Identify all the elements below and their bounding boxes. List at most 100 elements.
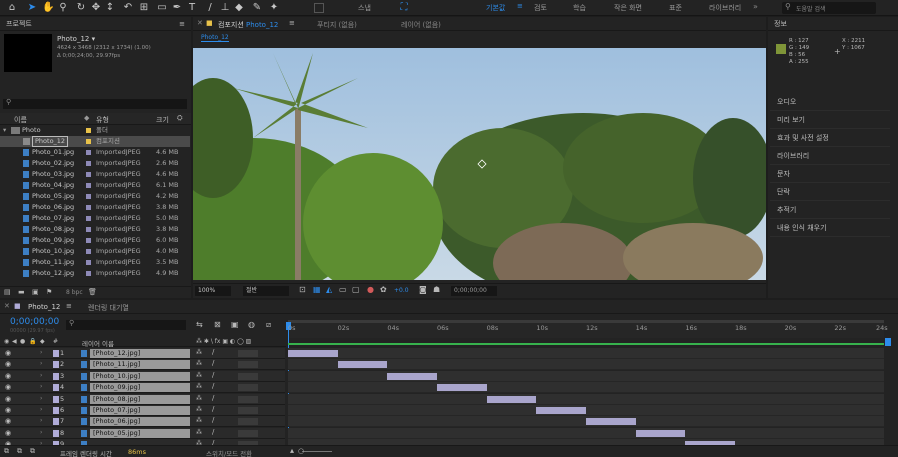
expand-arrow-icon[interactable]: ›	[40, 429, 42, 436]
flowchart-icon[interactable]: ⛭	[177, 114, 183, 123]
project-panel-title[interactable]: 프로젝트	[6, 20, 32, 28]
toggle-transfer-icon[interactable]: ⧉	[17, 447, 22, 456]
snap-checkbox[interactable]	[314, 3, 324, 13]
shy-switch-icon[interactable]: ⁂	[196, 395, 202, 402]
clone-stamp-tool-icon[interactable]: ⊥	[219, 2, 231, 14]
layer-row[interactable]: ◉ › 8 [Photo_05.jpg] ⁂ /	[0, 428, 285, 439]
list-item[interactable]: Photo_02.jpg ImportedJPEG 2.6 MB	[0, 158, 190, 169]
project-search-field[interactable]: ⚲	[3, 98, 187, 109]
type-tool-icon[interactable]: T	[186, 2, 198, 14]
list-item[interactable]: Photo_12 컴포지션	[0, 136, 190, 147]
new-composition-icon[interactable]: ▣	[32, 288, 39, 296]
tab-timeline-comp[interactable]: Photo_12	[28, 303, 60, 311]
expand-icon[interactable]: ▾	[3, 125, 6, 136]
expand-arrow-icon[interactable]: ›	[40, 372, 42, 379]
layer-name[interactable]: [Photo_08.jpg]	[90, 395, 190, 404]
zoom-dropdown[interactable]: 100%	[195, 286, 231, 296]
zoom-out-icon[interactable]: ▴	[290, 446, 294, 455]
toggle-expand-icon[interactable]: ⧉	[4, 447, 9, 456]
column-type[interactable]: 유형	[96, 115, 109, 125]
region-of-interest-icon[interactable]: ⊡	[299, 285, 306, 294]
new-folder-icon[interactable]: ▬	[18, 288, 25, 296]
label-color[interactable]	[53, 384, 59, 391]
layer-switch-boxes[interactable]	[238, 407, 258, 414]
workspace-libraries[interactable]: 라이브러리	[709, 3, 741, 13]
expand-arrow-icon[interactable]: ›	[40, 360, 42, 367]
list-item[interactable]: Photo_06.jpg ImportedJPEG 3.8 MB	[0, 202, 190, 213]
visibility-eye-icon[interactable]: ◉	[5, 406, 11, 414]
visibility-eye-icon[interactable]: ◉	[5, 360, 11, 368]
column-layer-name[interactable]: 레이어 이름	[82, 338, 114, 348]
adjust-icon[interactable]: ⚑	[46, 288, 52, 296]
layer-switch-boxes[interactable]	[238, 396, 258, 403]
breadcrumb[interactable]: Photo_12	[201, 34, 229, 42]
current-time[interactable]: 0;00;00;00	[10, 317, 59, 327]
quality-switch-icon[interactable]: /	[212, 405, 214, 413]
layer-switch-boxes[interactable]	[238, 430, 258, 437]
layer-name[interactable]: [Photo_06.jpg]	[90, 417, 190, 426]
shy-layers-icon[interactable]: ▣	[231, 320, 239, 329]
workspace-review[interactable]: 검토	[534, 3, 547, 13]
quality-switch-icon[interactable]: /	[212, 428, 214, 436]
expand-arrow-icon[interactable]: ›	[40, 395, 42, 402]
quality-switch-icon[interactable]: /	[212, 371, 214, 379]
list-item[interactable]: Photo_05.jpg ImportedJPEG 4.2 MB	[0, 191, 190, 202]
layer-switch-boxes[interactable]	[238, 384, 258, 391]
grid-icon[interactable]: ▭	[339, 285, 347, 294]
layer-search-field[interactable]: ⚲	[66, 319, 186, 330]
selection-tool-icon[interactable]: ➤	[26, 2, 38, 14]
layer-switch-boxes[interactable]	[238, 418, 258, 425]
brush-tool-icon[interactable]: /	[204, 2, 216, 14]
layer-duration-bar[interactable]	[586, 418, 636, 425]
layer-row[interactable]: ◉ › 3 [Photo_10.jpg] ⁂ /	[0, 371, 285, 382]
layer-duration-bar[interactable]	[387, 373, 437, 380]
help-search-input[interactable]: 도움말 검색	[796, 4, 826, 13]
video-toggle-icon[interactable]: ◉	[4, 338, 9, 345]
layer-name[interactable]: [Photo_12.jpg]	[90, 349, 190, 358]
guides-icon[interactable]: ▢	[352, 285, 360, 294]
hand-tool-icon[interactable]: ✋	[42, 2, 54, 14]
panel-paragraph[interactable]: 단락	[770, 184, 890, 201]
label-color[interactable]	[53, 430, 59, 437]
workspace-learn[interactable]: 학습	[573, 3, 586, 13]
layer-row[interactable]: ◉ › 4 [Photo_09.jpg] ⁂ /	[0, 382, 285, 393]
zoom-slider[interactable]	[302, 451, 332, 452]
layer-switch-boxes[interactable]	[238, 361, 258, 368]
panel-libraries[interactable]: 라이브러리	[770, 148, 890, 165]
quality-switch-icon[interactable]: /	[212, 382, 214, 390]
layer-row[interactable]: ◉ › 6 [Photo_07.jpg] ⁂ /	[0, 405, 285, 416]
layer-name[interactable]: [Photo_09.jpg]	[90, 383, 190, 392]
label-color[interactable]	[53, 373, 59, 380]
panel-menu-icon[interactable]: ≡	[179, 17, 185, 31]
panel-menu-icon[interactable]: ≡	[289, 19, 295, 27]
roto-brush-tool-icon[interactable]: ✎	[251, 2, 263, 14]
expand-arrow-icon[interactable]: ›	[40, 406, 42, 413]
layer-duration-bar[interactable]	[337, 361, 388, 368]
panel-menu-icon[interactable]: ≡	[66, 302, 72, 310]
close-icon[interactable]: ✕	[4, 302, 10, 310]
dolly-tool-icon[interactable]: ↕	[104, 2, 116, 14]
quality-switch-icon[interactable]: /	[212, 394, 214, 402]
shy-switch-icon[interactable]: ⁂	[196, 417, 202, 424]
visibility-eye-icon[interactable]: ◉	[5, 395, 11, 403]
work-area-end[interactable]	[885, 338, 891, 346]
layer-duration-bar[interactable]	[437, 384, 487, 391]
label-color[interactable]	[53, 407, 59, 414]
layer-name[interactable]: [Photo_05.jpg]	[90, 429, 190, 438]
panel-effects-presets[interactable]: 효과 및 사전 설정	[770, 130, 890, 147]
transparency-grid-icon[interactable]: ▦	[313, 285, 321, 294]
layer-switch-boxes[interactable]	[238, 350, 258, 357]
label-tag-icon[interactable]: ◆	[40, 338, 45, 345]
panel-character[interactable]: 문자	[770, 166, 890, 183]
mask-visibility-icon[interactable]: ◭	[326, 285, 332, 294]
pen-tool-icon[interactable]: ✒	[171, 2, 183, 14]
list-item[interactable]: Photo_10.jpg ImportedJPEG 4.0 MB	[0, 246, 190, 257]
close-icon[interactable]: ✕	[197, 19, 203, 27]
list-item[interactable]: Photo_03.jpg ImportedJPEG 4.6 MB	[0, 169, 190, 180]
graph-editor-icon[interactable]: ⧄	[266, 320, 271, 330]
layer-name[interactable]: [Photo_11.jpg]	[90, 360, 190, 369]
list-item[interactable]: Photo_12.jpg ImportedJPEG 4.9 MB	[0, 268, 190, 279]
column-name[interactable]: 이름	[14, 115, 27, 125]
quality-switch-icon[interactable]: /	[212, 348, 214, 356]
layer-row[interactable]: ◉ › 2 [Photo_11.jpg] ⁂ /	[0, 359, 285, 370]
